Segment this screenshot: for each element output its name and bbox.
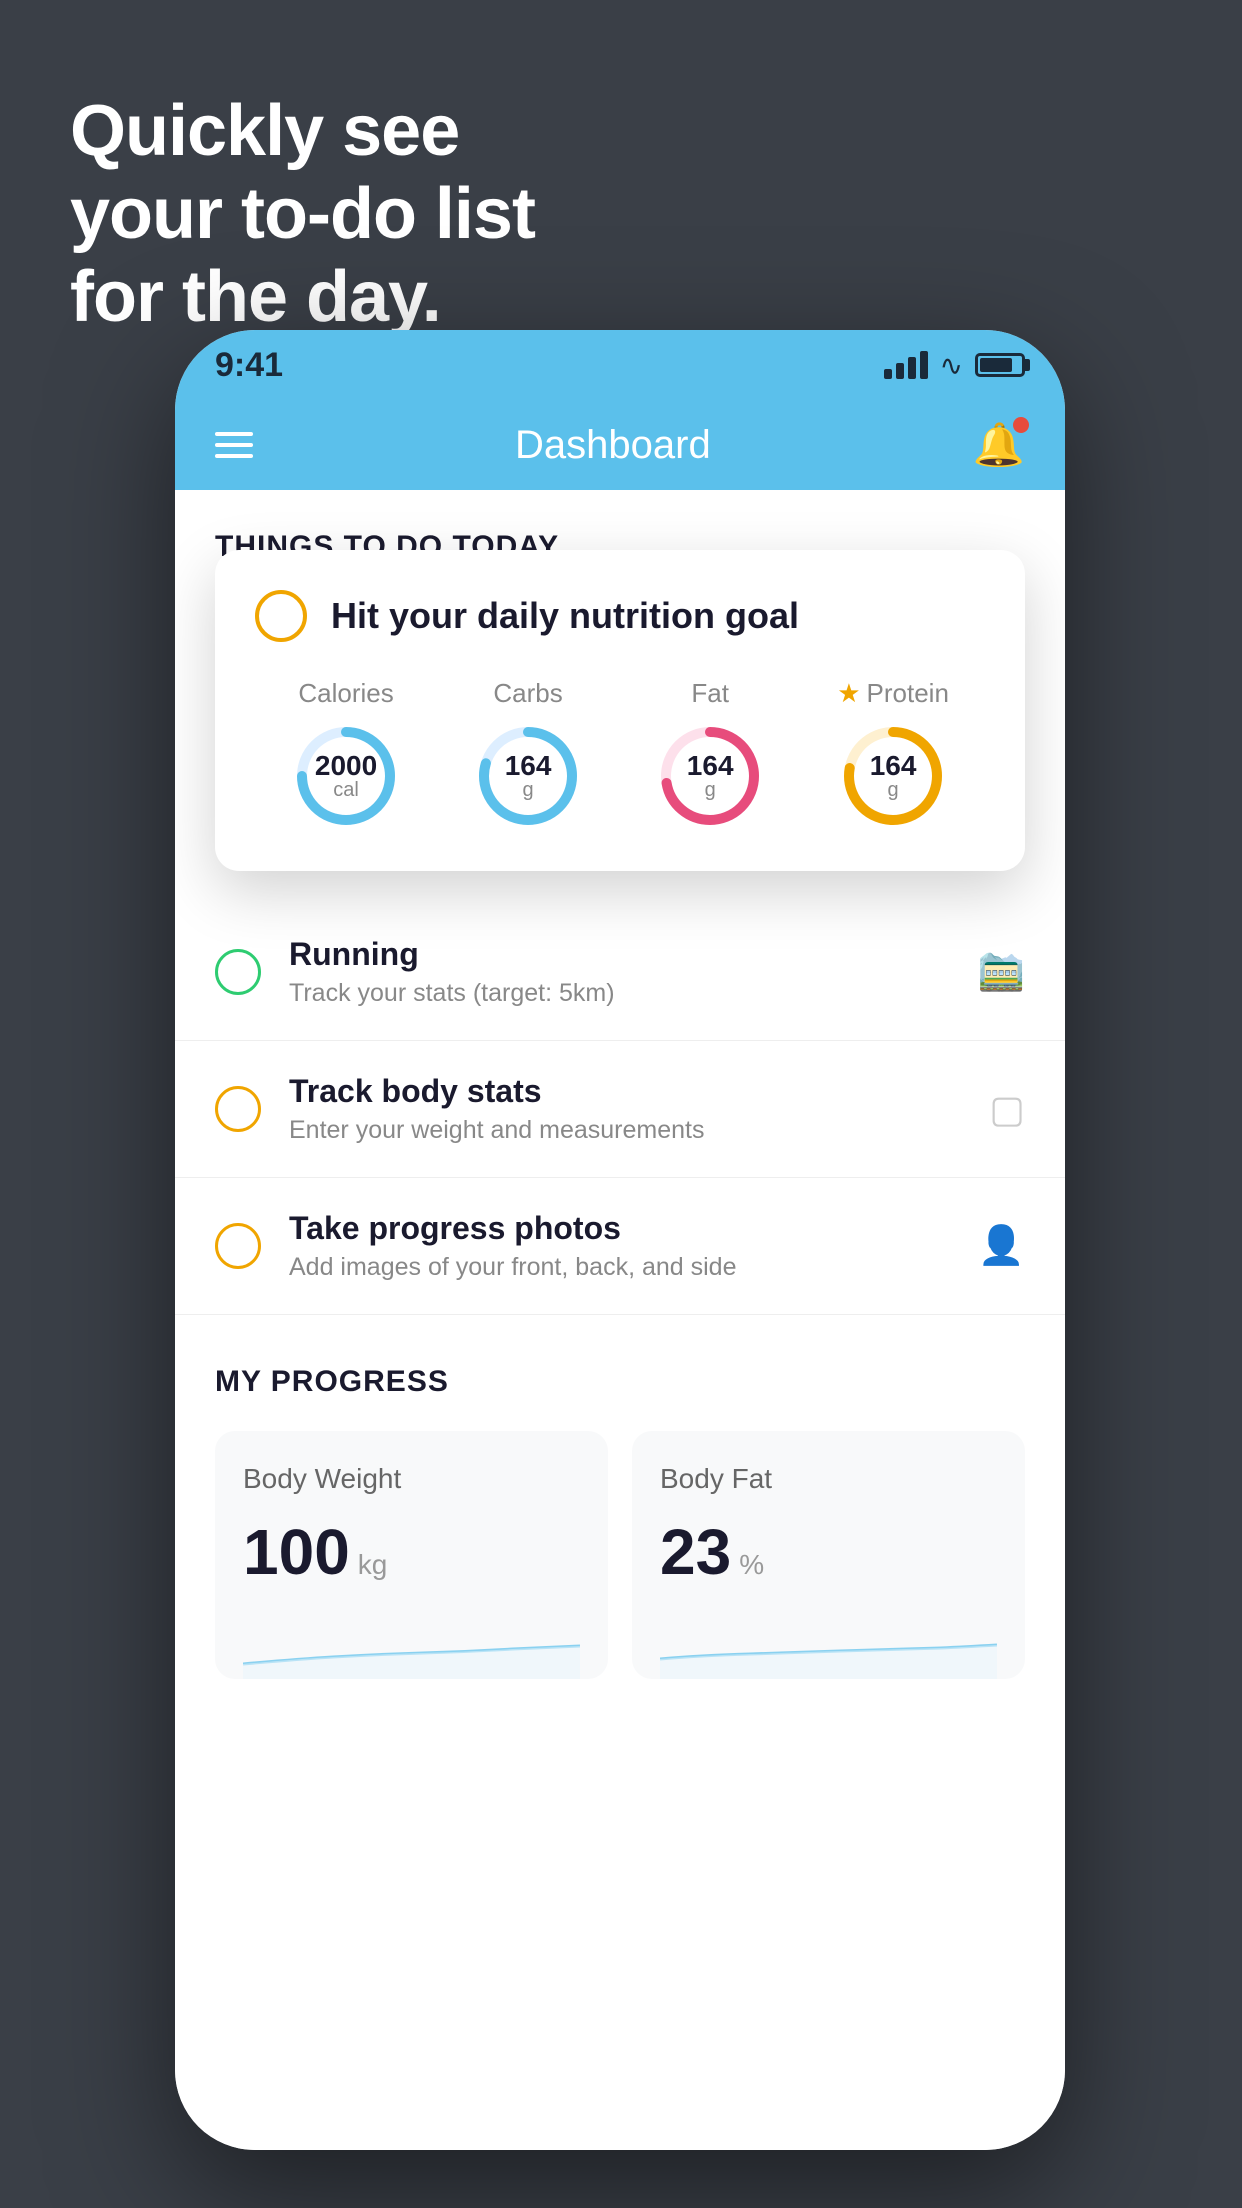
body-fat-chart bbox=[660, 1619, 997, 1679]
calories-donut: 2000 cal bbox=[291, 721, 401, 831]
carbs-donut: 164 g bbox=[473, 721, 583, 831]
notification-badge bbox=[1013, 417, 1029, 433]
app-header: Dashboard 🔔 bbox=[175, 400, 1065, 490]
calories-label: Calories bbox=[298, 678, 393, 709]
nutrition-check-circle bbox=[255, 590, 307, 642]
body-fat-card[interactable]: Body Fat 23 % bbox=[632, 1431, 1025, 1679]
photos-subtitle: Add images of your front, back, and side bbox=[289, 1253, 978, 1282]
body-stats-icon: ▢ bbox=[989, 1087, 1025, 1132]
body-weight-value: 100 bbox=[243, 1515, 350, 1589]
carbs-item: Carbs 164 g bbox=[473, 678, 583, 831]
todo-list: Running Track your stats (target: 5km) 🚞… bbox=[175, 904, 1065, 1315]
progress-cards: Body Weight 100 kg Body Fat bbox=[215, 1431, 1025, 1679]
body-fat-value: 23 bbox=[660, 1515, 731, 1589]
calories-item: Calories 2000 cal bbox=[291, 678, 401, 831]
calories-unit: cal bbox=[315, 780, 377, 800]
fat-item: Fat 164 g bbox=[655, 678, 765, 831]
nutrition-card-title: Hit your daily nutrition goal bbox=[331, 595, 799, 637]
fat-value: 164 bbox=[687, 752, 734, 780]
battery-icon bbox=[975, 353, 1025, 377]
wifi-icon: ∿ bbox=[940, 349, 963, 382]
status-time: 9:41 bbox=[215, 346, 283, 385]
fat-donut: 164 g bbox=[655, 721, 765, 831]
body-weight-card[interactable]: Body Weight 100 kg bbox=[215, 1431, 608, 1679]
body-weight-unit: kg bbox=[358, 1549, 388, 1581]
carbs-value: 164 bbox=[505, 752, 552, 780]
protein-donut: 164 g bbox=[838, 721, 948, 831]
todo-item-running[interactable]: Running Track your stats (target: 5km) 🚞 bbox=[175, 904, 1065, 1041]
status-bar: 9:41 ∿ bbox=[175, 330, 1065, 400]
body-stats-title: Track body stats bbox=[289, 1073, 989, 1110]
header-title: Dashboard bbox=[515, 423, 711, 468]
body-weight-title: Body Weight bbox=[243, 1463, 580, 1495]
menu-button[interactable] bbox=[215, 432, 253, 458]
app-body: THINGS TO DO TODAY Hit your daily nutrit… bbox=[175, 490, 1065, 2150]
body-fat-title: Body Fat bbox=[660, 1463, 997, 1495]
body-stats-check-circle bbox=[215, 1086, 261, 1132]
photos-title: Take progress photos bbox=[289, 1210, 978, 1247]
signal-icon bbox=[884, 351, 928, 379]
star-icon: ★ bbox=[837, 678, 860, 709]
progress-section: MY PROGRESS Body Weight 100 kg bbox=[175, 1315, 1065, 1719]
carbs-unit: g bbox=[505, 780, 552, 800]
nutrition-grid: Calories 2000 cal Carbs bbox=[255, 678, 985, 831]
progress-section-title: MY PROGRESS bbox=[215, 1365, 1025, 1399]
running-check-circle bbox=[215, 949, 261, 995]
nutrition-card[interactable]: Hit your daily nutrition goal Calories 2… bbox=[215, 550, 1025, 871]
headline: Quickly see your to-do list for the day. bbox=[70, 90, 535, 338]
photos-text: Take progress photos Add images of your … bbox=[289, 1210, 978, 1282]
protein-value: 164 bbox=[870, 752, 917, 780]
protein-item: ★ Protein 164 g bbox=[837, 678, 949, 831]
notification-button[interactable]: 🔔 bbox=[973, 421, 1025, 470]
body-fat-unit: % bbox=[739, 1549, 764, 1581]
photos-icon: 👤 bbox=[978, 1224, 1025, 1268]
body-stats-subtitle: Enter your weight and measurements bbox=[289, 1116, 989, 1145]
phone-frame: 9:41 ∿ Dashboard 🔔 THINGS TO DO TODA bbox=[175, 330, 1065, 2150]
protein-label: ★ Protein bbox=[837, 678, 949, 709]
todo-item-photos[interactable]: Take progress photos Add images of your … bbox=[175, 1178, 1065, 1315]
fat-label: Fat bbox=[691, 678, 729, 709]
running-icon: 🚞 bbox=[978, 950, 1025, 994]
carbs-label: Carbs bbox=[493, 678, 562, 709]
running-title: Running bbox=[289, 936, 978, 973]
protein-unit: g bbox=[870, 780, 917, 800]
body-stats-text: Track body stats Enter your weight and m… bbox=[289, 1073, 989, 1145]
body-weight-chart bbox=[243, 1619, 580, 1679]
fat-unit: g bbox=[687, 780, 734, 800]
running-text: Running Track your stats (target: 5km) bbox=[289, 936, 978, 1008]
status-icons: ∿ bbox=[884, 349, 1025, 382]
calories-value: 2000 bbox=[315, 752, 377, 780]
running-subtitle: Track your stats (target: 5km) bbox=[289, 979, 978, 1008]
photos-check-circle bbox=[215, 1223, 261, 1269]
todo-item-body-stats[interactable]: Track body stats Enter your weight and m… bbox=[175, 1041, 1065, 1178]
